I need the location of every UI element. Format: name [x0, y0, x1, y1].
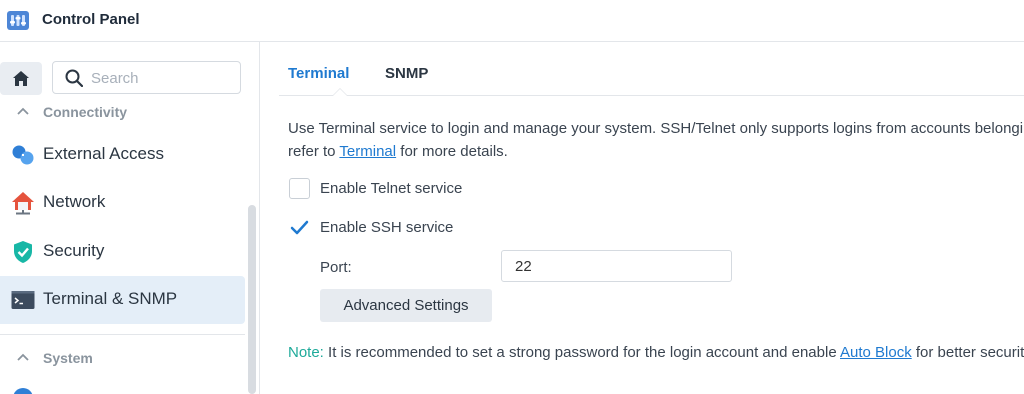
- system-item-icon: [13, 388, 33, 394]
- tab-snmp[interactable]: SNMP: [385, 65, 428, 82]
- sidebar-item-terminal-snmp[interactable]: Terminal & SNMP: [0, 276, 245, 324]
- sidebar-item-label: Security: [43, 241, 105, 260]
- telnet-checkbox[interactable]: [289, 178, 310, 199]
- advanced-settings-button[interactable]: Advanced Settings: [320, 289, 492, 322]
- ssh-label: Enable SSH service: [320, 219, 454, 236]
- search-input[interactable]: [91, 67, 231, 89]
- chevron-up-icon: [17, 353, 29, 361]
- note: Note: It is recommended to set a strong …: [288, 344, 1024, 361]
- ssh-checkbox-checked-icon[interactable]: [289, 217, 310, 238]
- home-icon: [13, 71, 29, 86]
- external-access-icon: [12, 145, 34, 165]
- search-icon: [65, 69, 83, 87]
- sidebar: Connectivity External Access Network Sec…: [0, 42, 260, 394]
- home-button[interactable]: [0, 62, 42, 95]
- sidebar-item-label: Terminal & SNMP: [43, 289, 178, 308]
- section-label: Connectivity: [43, 104, 128, 120]
- sidebar-item-security[interactable]: Security: [0, 228, 245, 276]
- section-system[interactable]: System: [0, 346, 245, 370]
- main-panel: Terminal SNMP Use Terminal service to lo…: [261, 42, 1024, 394]
- sidebar-item-external-access[interactable]: External Access: [0, 131, 245, 179]
- sidebar-scrollbar[interactable]: [248, 205, 256, 394]
- network-house-icon: [12, 192, 34, 215]
- terminal-help-link[interactable]: Terminal: [339, 143, 396, 160]
- section-label: System: [43, 350, 93, 366]
- active-tab-indicator: [332, 88, 348, 96]
- chevron-up-icon: [17, 107, 29, 115]
- port-label: Port:: [320, 259, 352, 276]
- terminal-icon: [11, 291, 35, 309]
- window-title: Control Panel: [42, 11, 140, 28]
- sidebar-item-network[interactable]: Network: [0, 179, 245, 227]
- note-prefix: Note:: [288, 344, 324, 361]
- sidebar-divider: [0, 334, 245, 335]
- telnet-option[interactable]: Enable Telnet service: [289, 178, 509, 200]
- description-line-1: Use Terminal service to login and manage…: [288, 120, 1024, 137]
- tab-bar: Terminal SNMP: [279, 42, 1024, 96]
- sidebar-item-label: Network: [43, 192, 106, 211]
- port-field[interactable]: [501, 250, 732, 282]
- tab-terminal[interactable]: Terminal: [288, 65, 349, 82]
- control-panel-app-icon: [7, 11, 29, 30]
- sidebar-item-label: External Access: [43, 144, 164, 163]
- description-line-2: refer to Terminal for more details.: [288, 143, 508, 160]
- telnet-label: Enable Telnet service: [320, 180, 463, 197]
- description: Use Terminal service to login and manage…: [288, 117, 1024, 163]
- search-box[interactable]: [52, 61, 241, 94]
- section-connectivity[interactable]: Connectivity: [0, 100, 245, 124]
- shield-check-icon: [14, 241, 32, 263]
- title-bar: Control Panel: [0, 0, 1024, 42]
- auto-block-link[interactable]: Auto Block: [840, 344, 912, 361]
- ssh-option[interactable]: Enable SSH service: [289, 217, 509, 239]
